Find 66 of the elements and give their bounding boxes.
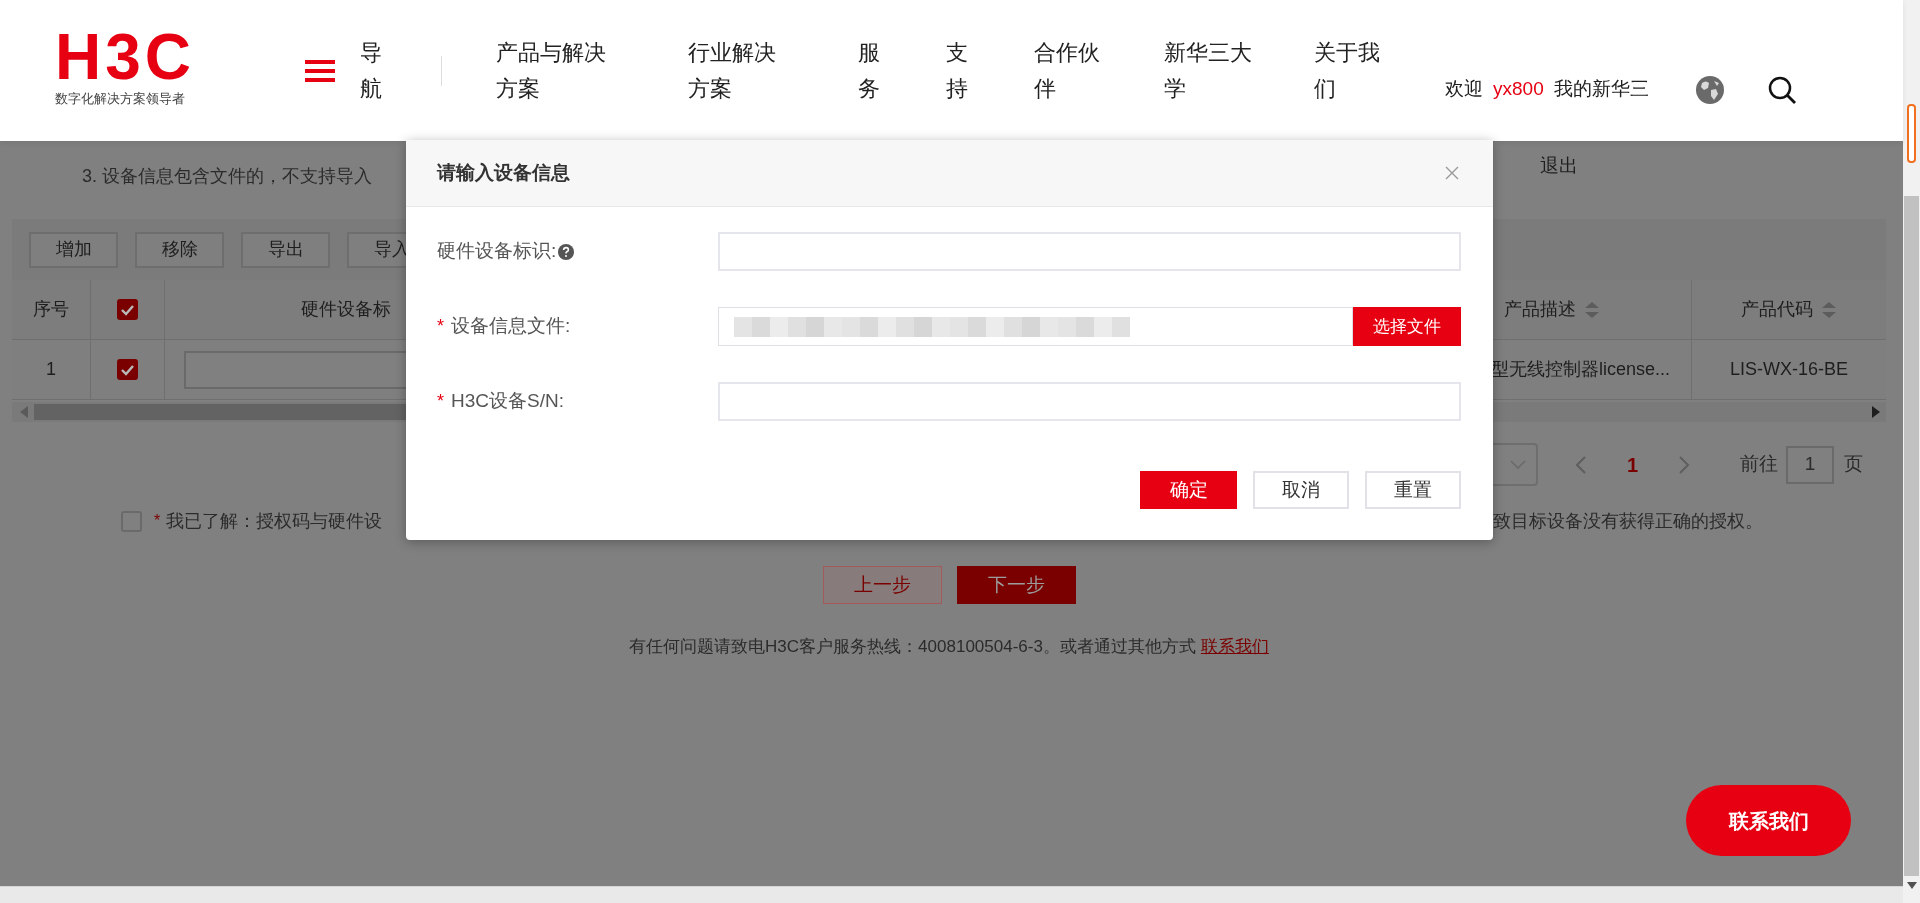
scrollbar-thumb[interactable] xyxy=(1904,196,1919,876)
dialog-button[interactable]: 确定 xyxy=(1140,471,1237,509)
nav-link[interactable]: 合作伙伴 xyxy=(1034,34,1102,107)
dialog-button[interactable]: 重置 xyxy=(1365,471,1461,509)
checkbox[interactable] xyxy=(117,359,138,380)
dialog-button[interactable]: 取消 xyxy=(1253,471,1349,509)
nav-link[interactable]: 产品与解决方案 xyxy=(496,34,608,107)
contact-button[interactable]: 联系我们 xyxy=(1686,785,1851,856)
field-label: 设备信息文件: xyxy=(451,314,571,339)
dialog-title: 请输入设备信息 xyxy=(437,160,570,185)
file-field[interactable] xyxy=(718,307,1353,346)
column-header[interactable]: 产品描述 xyxy=(1504,296,1576,323)
instruction-text: 3. 设备信息包含文件的，不支持导入 xyxy=(82,165,372,187)
scroll-marker xyxy=(1907,104,1916,163)
field-label: 硬件设备标识: xyxy=(437,239,557,264)
account-link[interactable]: 我的新华三 xyxy=(1553,75,1649,104)
nav-link[interactable]: 行业解决方案 xyxy=(688,34,778,107)
toolbar-button[interactable]: 导出 xyxy=(241,231,330,268)
table-cell-text: 1 xyxy=(46,358,56,381)
page-input[interactable]: 1 xyxy=(1786,445,1834,484)
nav-link[interactable]: 新华三大学 xyxy=(1164,34,1254,107)
welcome-text: 欢迎 xyxy=(1445,77,1483,102)
nav-toggle-button[interactable]: 导航 xyxy=(305,34,384,107)
globe-icon[interactable] xyxy=(1694,74,1725,105)
page-suffix: 页 xyxy=(1844,452,1863,477)
next-step-button[interactable]: 下一步 xyxy=(956,566,1076,604)
toolbar-button[interactable]: 增加 xyxy=(29,231,118,268)
next-page-icon[interactable] xyxy=(1678,454,1690,475)
logout-link[interactable]: 退出 xyxy=(1540,153,1578,179)
previous-step-button[interactable]: 上一步 xyxy=(822,566,942,604)
column-header: 硬件设备标 xyxy=(301,298,391,321)
field-label: H3C设备S/N: xyxy=(451,389,564,414)
input-field[interactable] xyxy=(718,232,1461,271)
checkbox[interactable] xyxy=(117,299,138,320)
horizontal-scrollbar[interactable] xyxy=(0,886,1903,903)
table-cell-text: LIS-WX-16-BE xyxy=(1730,358,1848,381)
sort-icon[interactable] xyxy=(1821,299,1837,320)
close-icon[interactable] xyxy=(1445,166,1459,180)
page-number[interactable]: 1 xyxy=(1626,449,1638,480)
scroll-down-icon[interactable] xyxy=(1906,882,1917,889)
required-mark: * xyxy=(437,390,444,413)
agreement-text: 致目标设备没有获得正确的授权。 xyxy=(1493,509,1763,533)
nav-link[interactable]: 关于我们 xyxy=(1314,34,1382,107)
choose-file-button[interactable]: 选择文件 xyxy=(1353,307,1461,346)
required-mark: * xyxy=(154,511,161,531)
column-header: 序号 xyxy=(33,298,69,321)
support-text: 有任何问题请致电H3C客户服务热线：4008100504-6-3。或者通过其他方式 xyxy=(629,636,1196,658)
agreement-text: 我已了解：授权码与硬件设 xyxy=(166,509,383,533)
tagline: 数字化解决方案领导者 xyxy=(55,90,185,107)
nav-link[interactable]: 服务 xyxy=(858,34,882,107)
column-header[interactable]: 产品代码 xyxy=(1741,296,1813,323)
menu-icon xyxy=(305,59,335,82)
contact-link[interactable]: 联系我们 xyxy=(1200,634,1269,660)
previous-page-icon[interactable] xyxy=(1574,454,1587,475)
help-icon[interactable] xyxy=(558,243,575,260)
username-link[interactable]: yx800 xyxy=(1493,75,1544,104)
goto-label: 前往 xyxy=(1740,452,1778,477)
toolbar-button[interactable]: 移除 xyxy=(135,231,224,268)
nav-link[interactable]: 支持 xyxy=(946,34,970,107)
sort-icon[interactable] xyxy=(1584,299,1600,320)
scroll-left-icon[interactable] xyxy=(20,406,28,418)
scroll-right-icon[interactable] xyxy=(1872,406,1880,418)
logo[interactable]: H3C xyxy=(55,34,196,79)
required-mark: * xyxy=(437,315,444,338)
search-icon[interactable] xyxy=(1766,74,1797,105)
input-field[interactable] xyxy=(718,382,1461,421)
